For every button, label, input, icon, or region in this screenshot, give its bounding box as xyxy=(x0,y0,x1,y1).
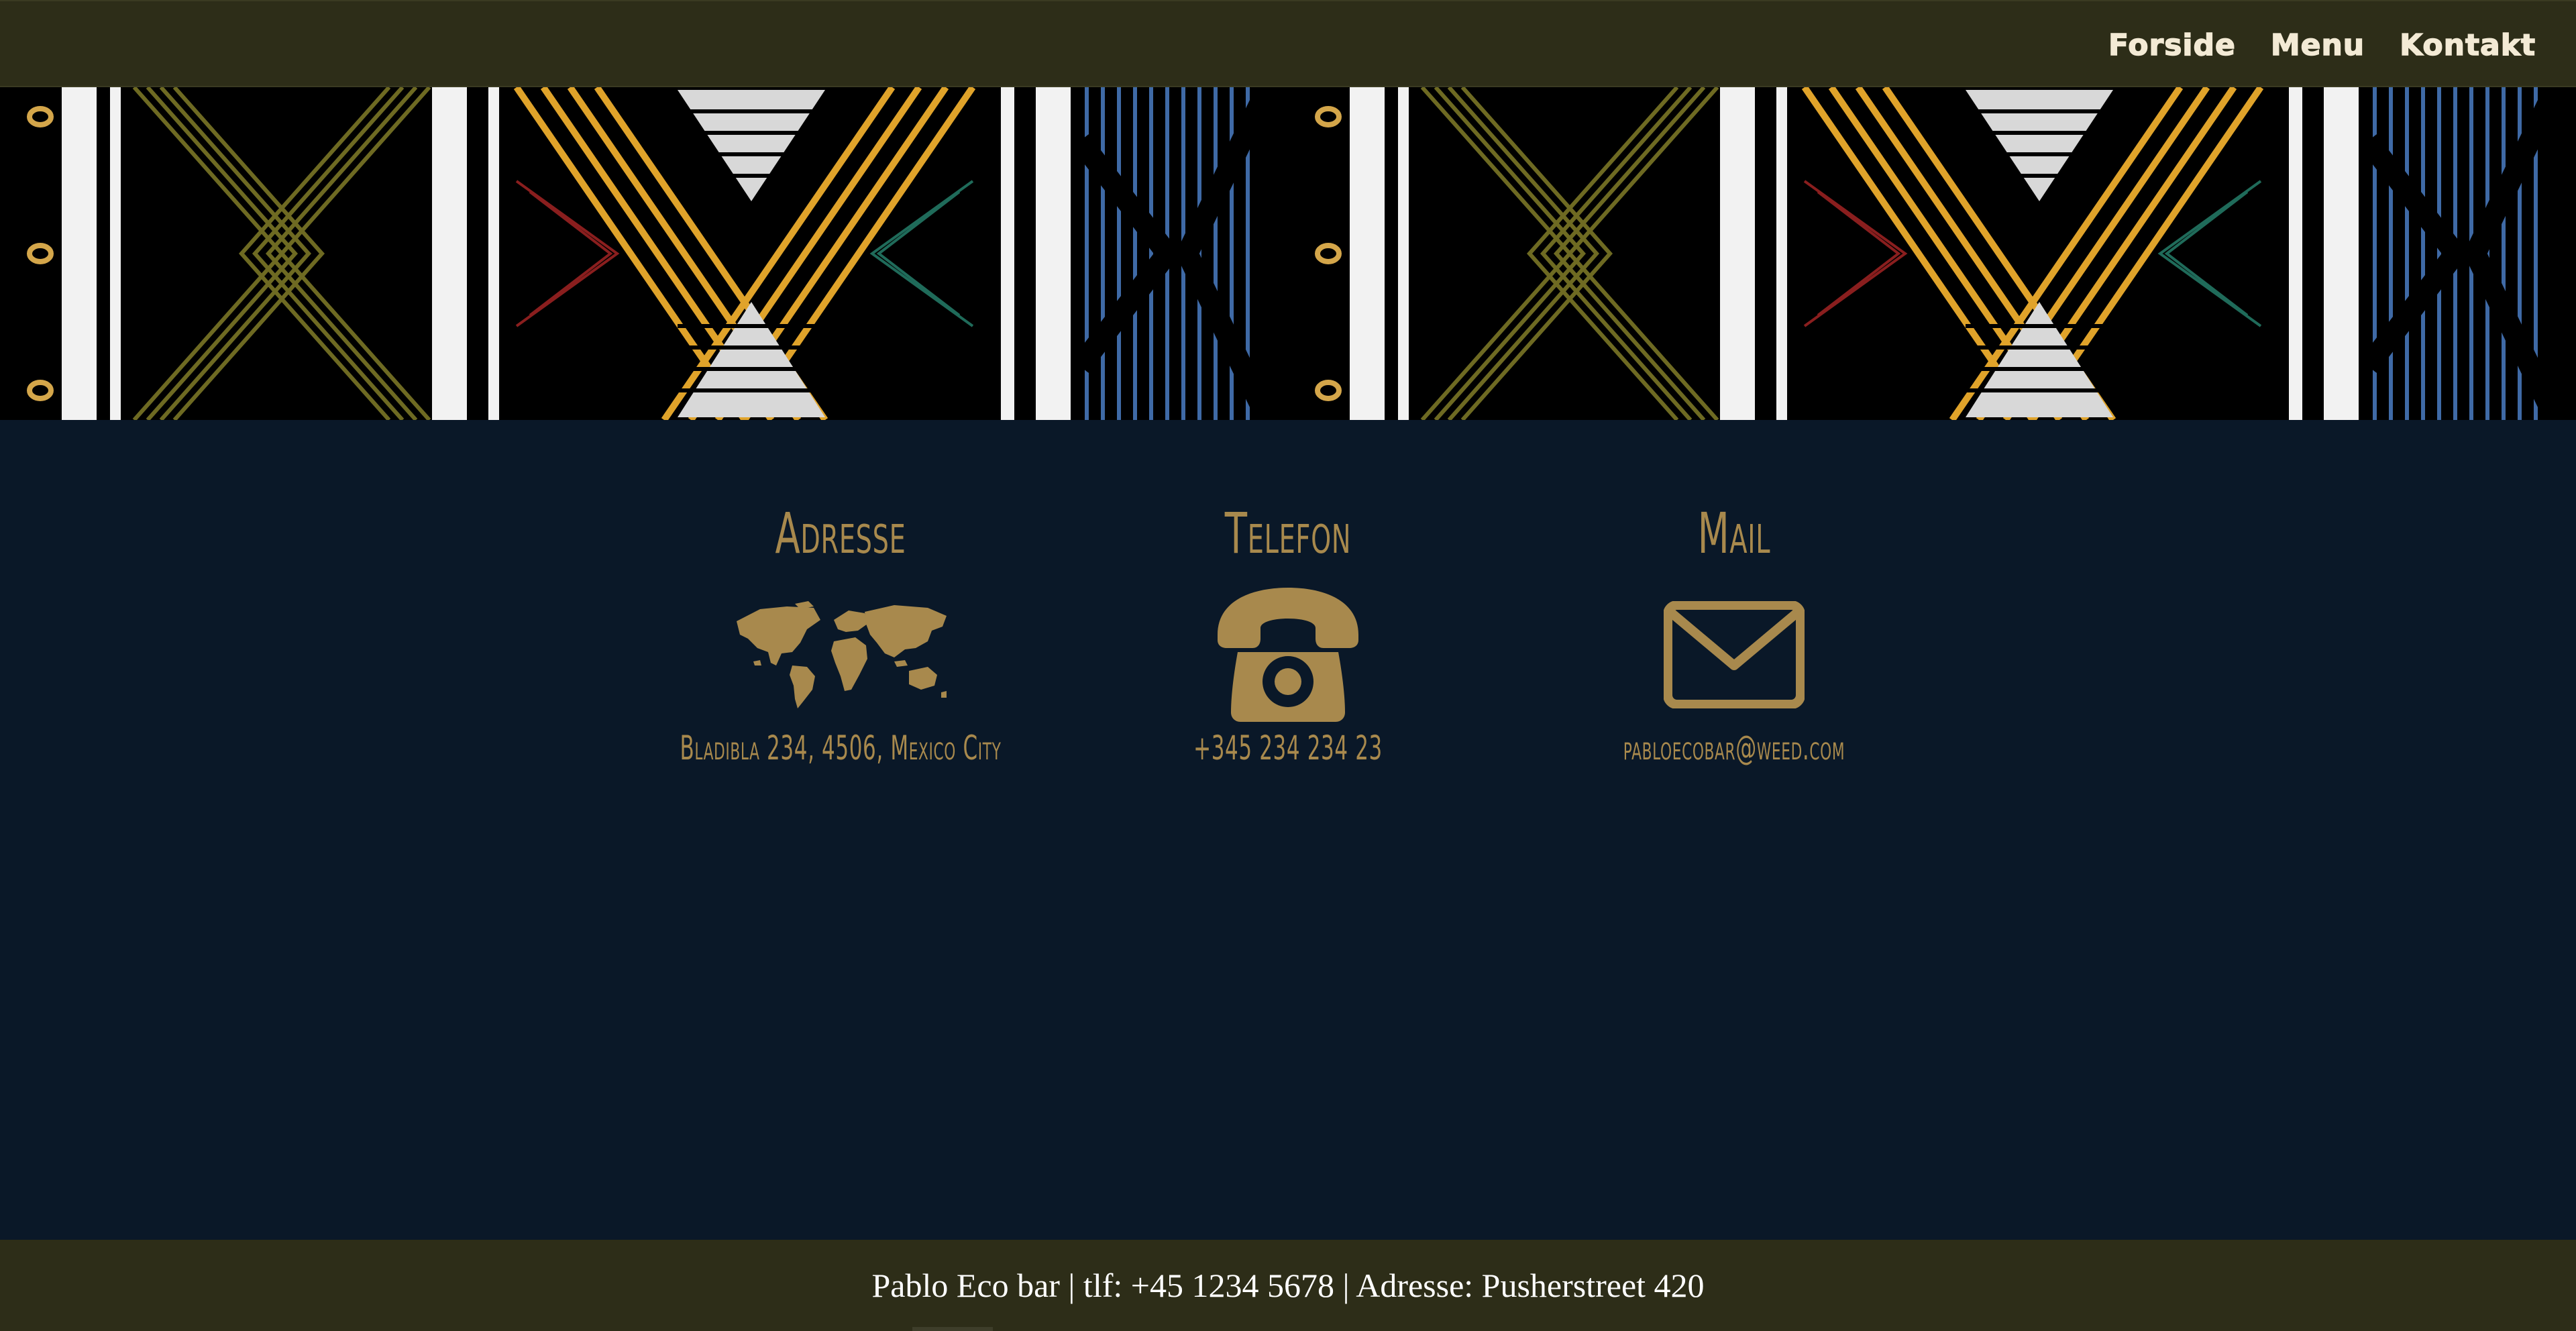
contact-section: Adresse Bladibla 234, 4506, Mexico City … xyxy=(0,420,2576,1240)
nav-link-menu[interactable]: Menu xyxy=(2270,28,2365,63)
mail-heading: Mail xyxy=(1697,500,1771,566)
mail-value[interactable]: pabloecobar@weed.com xyxy=(1547,729,1921,767)
top-navbar: Forside Menu Kontakt xyxy=(0,0,2576,87)
envelope-icon xyxy=(1499,598,1969,712)
world-map-icon xyxy=(606,598,1075,712)
scroll-indicator xyxy=(912,1327,993,1331)
tribal-pattern-image xyxy=(0,87,2576,420)
telephone-icon xyxy=(1053,588,1523,722)
address-value: Bladibla 234, 4506, Mexico City xyxy=(680,729,1002,767)
address-heading: Adresse xyxy=(775,500,906,566)
pattern-banner xyxy=(0,87,2576,420)
nav-links: Forside Menu Kontakt xyxy=(2108,1,2536,89)
phone-heading: Telefon xyxy=(1224,500,1352,566)
nav-link-forside[interactable]: Forside xyxy=(2108,28,2236,63)
nav-link-kontakt[interactable]: Kontakt xyxy=(2399,28,2536,63)
page: Forside Menu Kontakt Adresse Bladibla 23… xyxy=(0,0,2576,1331)
footer-text: Pablo Eco bar | tlf: +45 1234 5678 | Adr… xyxy=(871,1267,1705,1304)
phone-value: +345 234 234 23 xyxy=(1193,729,1383,767)
footer: Pablo Eco bar | tlf: +45 1234 5678 | Adr… xyxy=(0,1240,2576,1331)
